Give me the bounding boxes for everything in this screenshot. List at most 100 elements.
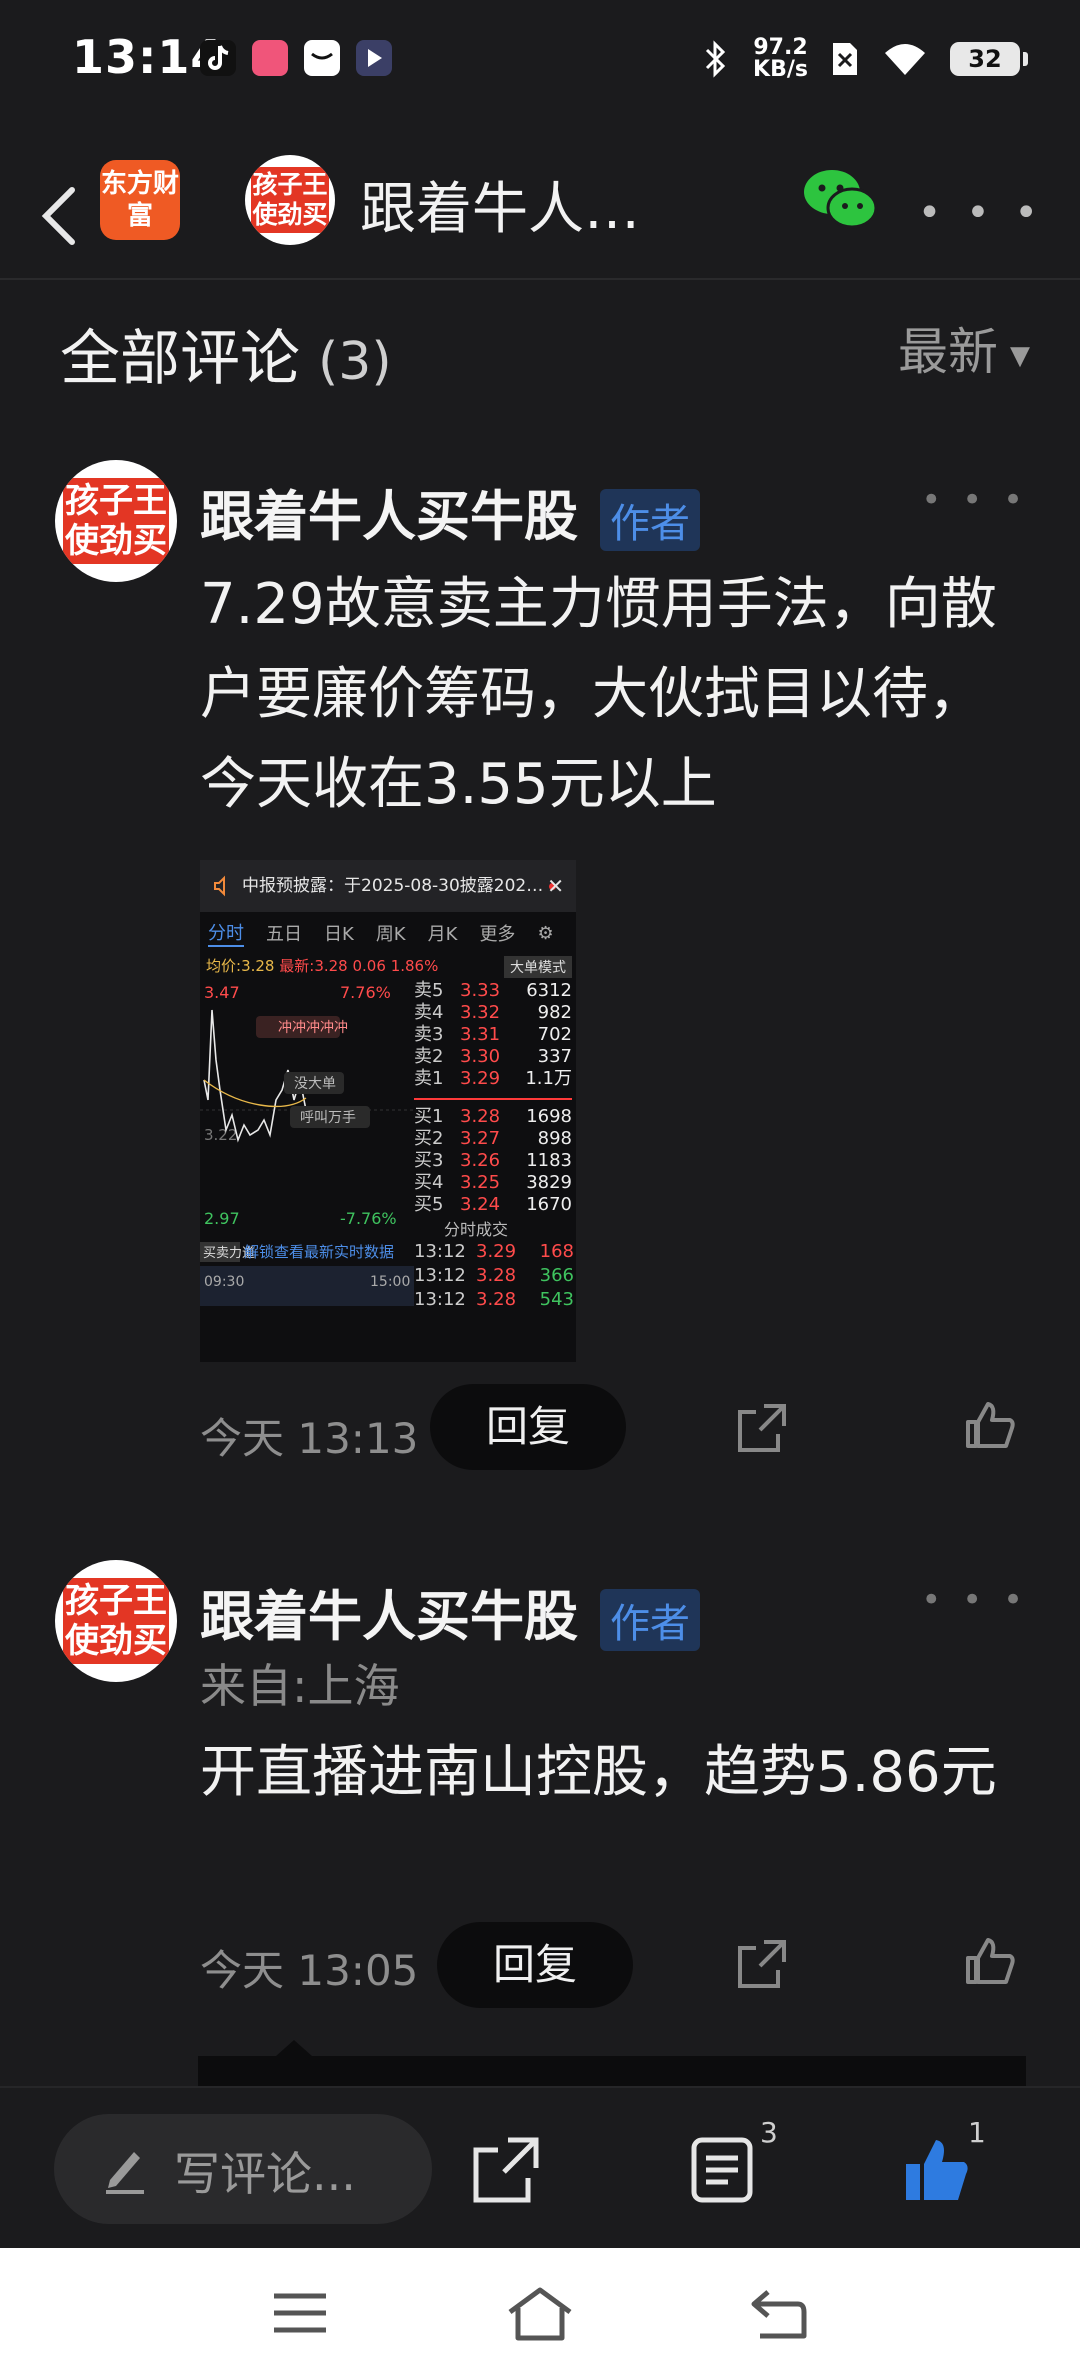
no-sim-icon bbox=[833, 43, 857, 75]
svg-text:09:30: 09:30 bbox=[204, 1274, 244, 1290]
network-speed: 97.2 KB/s bbox=[753, 35, 808, 82]
trade-row: 13:12 3.29 168 bbox=[414, 1241, 574, 1262]
write-comment-placeholder: 写评论... bbox=[174, 2147, 356, 2201]
trade-row: 13:12 3.28 543 bbox=[414, 1289, 574, 1310]
svg-text:3.22: 3.22 bbox=[204, 1126, 237, 1144]
svg-text:冲冲冲冲冲: 冲冲冲冲冲 bbox=[278, 1020, 348, 1036]
svg-text:3.47: 3.47 bbox=[204, 983, 240, 1002]
like-count-badge: 1 bbox=[968, 2116, 986, 2149]
reply-thread-preview[interactable] bbox=[198, 2056, 1026, 2088]
comment-location: 来自:上海 bbox=[200, 1659, 400, 1713]
comments-count: (3) bbox=[318, 332, 392, 392]
order-row: 买2 3.27 898 bbox=[414, 1128, 572, 1149]
status-bar: 13:14 97.2 KB/s 32 bbox=[0, 0, 1080, 115]
menu-icon[interactable] bbox=[270, 2286, 330, 2340]
share-icon[interactable] bbox=[470, 2134, 542, 2206]
svg-text:呼叫万手: 呼叫万手 bbox=[300, 1110, 356, 1126]
bottom-action-bar: 写评论... 3 1 bbox=[0, 2086, 1080, 2248]
author-badge: 作者 bbox=[600, 1589, 700, 1652]
home-icon[interactable] bbox=[504, 2286, 576, 2342]
write-comment-input[interactable]: 写评论... bbox=[54, 2114, 432, 2224]
wechat-icon[interactable] bbox=[800, 164, 880, 234]
share-icon[interactable] bbox=[734, 1936, 790, 1992]
back-icon[interactable] bbox=[28, 176, 88, 256]
order-row: 卖5 3.33 6312 bbox=[414, 980, 572, 1001]
comment-time: 今天 13:05 bbox=[200, 1946, 419, 1995]
like-icon[interactable] bbox=[962, 1398, 1018, 1454]
stock-tab: 日K bbox=[324, 924, 354, 945]
like-icon[interactable] bbox=[962, 1934, 1018, 1990]
order-row: 卖1 3.29 1.1万 bbox=[414, 1068, 572, 1089]
avatar-text: 孩子王使劲买 bbox=[251, 167, 329, 233]
comment-text: 7.29故意卖主力惯用手法，向散户要廉价筹码，大伙拭目以待，今天收在3.55元以… bbox=[200, 572, 997, 817]
avatar-text: 孩子王使劲买 bbox=[63, 478, 169, 564]
stock-notice-bar: 中报预披露：于2025-08-30披露202… ✕ bbox=[200, 860, 576, 912]
stock-tabs: 分时 五日 日K 周K 月K 更多 ⚙ bbox=[200, 912, 576, 954]
comment-image[interactable]: 中报预披露：于2025-08-30披露202… ✕ 分时 五日 日K 周K 月K… bbox=[200, 860, 576, 1362]
comments-title: 全部评论 bbox=[60, 324, 300, 394]
reply-button[interactable]: 回复 bbox=[430, 1384, 626, 1470]
bluetooth-icon bbox=[705, 40, 726, 78]
thumbs-up-icon[interactable] bbox=[902, 2134, 974, 2206]
intraday-chart: 3.47 7.76% 3.22 2.97 -7.76% 冲冲冲冲冲 没大单 呼叫… bbox=[200, 983, 414, 1306]
trade-row: 13:12 3.28 366 bbox=[414, 1265, 574, 1286]
avatar[interactable]: 孩子王使劲买 bbox=[245, 155, 335, 245]
svg-text:没大单: 没大单 bbox=[294, 1076, 336, 1092]
book-separator bbox=[414, 1090, 572, 1100]
comment-count-badge: 3 bbox=[760, 2116, 778, 2149]
comments-icon[interactable] bbox=[688, 2134, 760, 2206]
stock-tab: 五日 bbox=[266, 924, 302, 945]
order-row: 卖2 3.30 337 bbox=[414, 1046, 572, 1067]
more-icon[interactable]: • • • bbox=[918, 190, 1044, 236]
pencil-icon bbox=[106, 2152, 144, 2194]
reply-button[interactable]: 回复 bbox=[437, 1922, 633, 2008]
settings-icon: ⚙ bbox=[537, 922, 554, 944]
app-notification-icon bbox=[252, 40, 288, 76]
avatar-text: 孩子王使劲买 bbox=[63, 1578, 169, 1664]
comment-more-icon[interactable]: • • • bbox=[921, 1580, 1028, 1620]
wifi-icon bbox=[885, 44, 925, 75]
comment-item: 孩子王使劲买 跟着牛人买牛股 作者 • • • 来自:上海 开直播进南山控股，趋势… bbox=[0, 1560, 1080, 2040]
comment-item: 孩子王使劲买 跟着牛人买牛股 作者 • • • 7.29故意卖主力惯用手法，向散户… bbox=[0, 460, 1080, 1500]
reply-thread-pointer bbox=[276, 2040, 312, 2056]
svg-text:2.97: 2.97 bbox=[204, 1209, 240, 1228]
system-nav-bar bbox=[0, 2248, 1080, 2376]
svg-text:15:00: 15:00 bbox=[370, 1274, 410, 1290]
sort-label: 最新 bbox=[898, 323, 998, 381]
brand-logo[interactable]: 东方财富 bbox=[100, 160, 180, 240]
tiktok-icon bbox=[200, 40, 236, 76]
stock-notice-text: 中报预披露：于2025-08-30披露202… bbox=[242, 876, 544, 896]
comment-more-icon[interactable]: • • • bbox=[921, 480, 1028, 520]
order-row: 卖4 3.32 982 bbox=[414, 1002, 572, 1023]
stock-tab: 更多 bbox=[479, 924, 516, 945]
stock-tab: 周K bbox=[375, 924, 406, 945]
order-row: 买5 3.24 1670 bbox=[414, 1194, 572, 1215]
order-book: 卖5 3.33 6312 卖4 3.32 982 卖3 3.31 702 卖2 3.30 337… bbox=[414, 980, 576, 1312]
svg-text:-7.76%: -7.76% bbox=[340, 1209, 397, 1228]
trades-title: 分时成交 bbox=[444, 1220, 509, 1239]
top-nav: 东方财富 孩子王使劲买 跟着牛人… • • • bbox=[0, 150, 1080, 280]
caret-down-icon: ▼ bbox=[1010, 340, 1030, 371]
svg-text:7.76%: 7.76% bbox=[340, 983, 391, 1002]
svg-text:解锁查看最新实时数据: 解锁查看最新实时数据 bbox=[244, 1243, 394, 1261]
battery-indicator: 32 bbox=[950, 42, 1028, 76]
stock-mode-badge: 大单模式 bbox=[504, 956, 572, 978]
sort-dropdown[interactable]: 最新 ▼ bbox=[898, 312, 1030, 384]
author-badge: 作者 bbox=[600, 489, 700, 552]
avatar[interactable]: 孩子王使劲买 bbox=[55, 460, 177, 582]
page-title: 跟着牛人… bbox=[360, 177, 640, 242]
message-icon bbox=[304, 40, 340, 76]
order-row: 卖3 3.31 702 bbox=[414, 1024, 572, 1045]
comment-author[interactable]: 跟着牛人买牛股 作者 bbox=[200, 1572, 700, 1652]
avatar[interactable]: 孩子王使劲买 bbox=[55, 1560, 177, 1682]
comment-author[interactable]: 跟着牛人买牛股 作者 bbox=[200, 472, 700, 552]
comment-time: 今天 13:13 bbox=[200, 1414, 419, 1463]
stock-tab: 月K bbox=[427, 924, 458, 945]
order-row: 买4 3.25 3829 bbox=[414, 1172, 572, 1193]
share-icon[interactable] bbox=[734, 1400, 790, 1456]
status-right: 97.2 KB/s 32 bbox=[701, 34, 1028, 84]
speaker-icon bbox=[214, 875, 225, 897]
order-row: 买1 3.28 1698 bbox=[414, 1106, 572, 1127]
back-nav-icon[interactable] bbox=[748, 2286, 810, 2342]
video-app-icon bbox=[356, 40, 392, 76]
